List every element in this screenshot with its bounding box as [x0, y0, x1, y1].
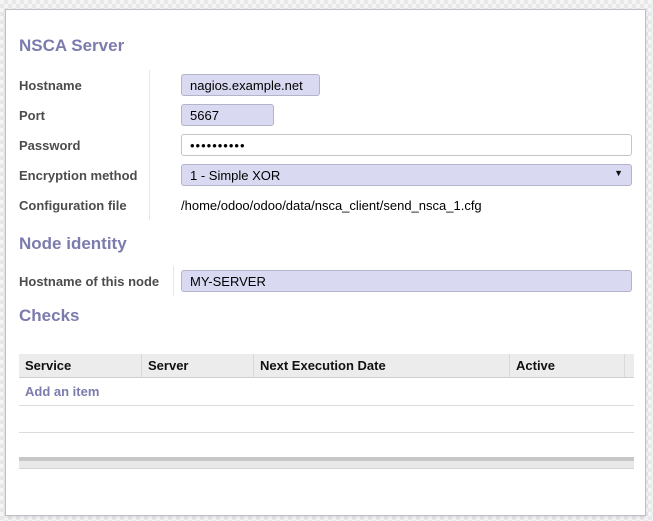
node-hostname-label: Hostname of this node — [19, 266, 174, 296]
port-label: Port — [19, 100, 150, 130]
form-content: NSCA Server Hostname Port Password — [6, 36, 645, 469]
table-empty-row — [19, 406, 634, 433]
form-panel: NSCA Server Hostname Port Password — [5, 9, 646, 516]
field-row-port: Port — [19, 100, 632, 130]
section-title-node-identity: Node identity — [19, 234, 632, 254]
field-row-node-hostname: Hostname of this node — [19, 266, 632, 296]
hostname-label: Hostname — [19, 70, 150, 100]
column-header-active: Active — [509, 354, 624, 377]
table-empty-row — [19, 433, 634, 457]
password-label: Password — [19, 130, 150, 160]
add-an-item-link[interactable]: Add an item — [25, 384, 99, 399]
checks-table: Service Server Next Execution Date Activ… — [19, 354, 634, 469]
node-identity-fields: Hostname of this node — [19, 266, 632, 296]
encryption-method-select[interactable]: 1 - Simple XOR — [181, 164, 632, 186]
nsca-server-fields: Hostname Port Password Encryption method — [19, 70, 632, 220]
node-hostname-input[interactable] — [181, 270, 632, 292]
configuration-file-value: /home/odoo/odoo/data/nsca_client/send_ns… — [181, 198, 482, 213]
field-row-configuration-file: Configuration file /home/odoo/odoo/data/… — [19, 190, 632, 220]
encryption-method-label: Encryption method — [19, 160, 150, 190]
section-title-nsca-server: NSCA Server — [19, 36, 632, 56]
configuration-file-label: Configuration file — [19, 190, 150, 220]
password-input[interactable] — [181, 134, 632, 156]
field-row-encryption-method: Encryption method 1 - Simple XOR ▼ — [19, 160, 632, 190]
horizontal-scrollbar[interactable] — [19, 457, 634, 469]
checks-table-header-row: Service Server Next Execution Date Activ… — [19, 354, 634, 378]
port-input[interactable] — [181, 104, 274, 126]
encryption-method-select-wrap: 1 - Simple XOR ▼ — [181, 164, 632, 186]
hostname-input[interactable] — [181, 74, 320, 96]
column-header-server: Server — [141, 354, 253, 377]
field-row-hostname: Hostname — [19, 70, 632, 100]
field-row-password: Password — [19, 130, 632, 160]
column-header-service: Service — [19, 354, 141, 377]
column-header-next-execution-date: Next Execution Date — [253, 354, 509, 377]
section-title-checks: Checks — [19, 306, 632, 326]
column-header-extra — [624, 354, 634, 377]
add-item-row: Add an item — [19, 378, 634, 406]
